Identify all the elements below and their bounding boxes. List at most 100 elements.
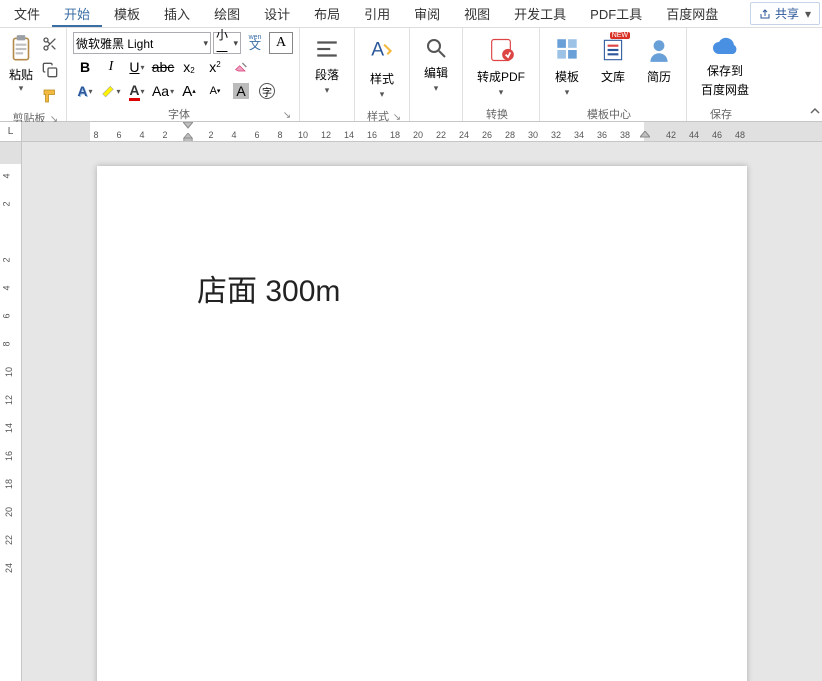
shrink-font-button[interactable]: A▾: [203, 80, 227, 102]
tab-selector[interactable]: L: [0, 122, 22, 142]
menubar: 文件 开始 模板 插入 绘图 设计 布局 引用 审阅 视图 开发工具 PDF工具…: [0, 0, 822, 28]
list-icon: [600, 36, 626, 64]
share-icon: [759, 8, 771, 20]
bold-button[interactable]: B: [73, 56, 97, 78]
right-indent-marker[interactable]: [640, 131, 650, 141]
pdf-icon: [487, 36, 515, 64]
char-shading-button[interactable]: A: [229, 80, 253, 102]
group-font: 微软雅黑 Light ▾ 小一 ▾ wen 文 A B I: [67, 28, 300, 121]
edit-button[interactable]: 编辑 ▾: [416, 32, 456, 98]
template-icon: [554, 36, 580, 64]
group-styles: A 样式 ▾ 样式 ↘: [355, 28, 410, 121]
superscript-button[interactable]: x2: [203, 56, 227, 78]
menu-template[interactable]: 模板: [102, 0, 152, 27]
cut-button[interactable]: [40, 34, 60, 54]
workspace: 4 2 2 4 6 8 10 12 14 16 18 20 22 24 店面 3…: [0, 142, 822, 681]
paste-button[interactable]: 粘贴 ▾: [6, 32, 36, 96]
save-cloud-button[interactable]: 保存到 百度网盘: [693, 32, 757, 102]
chevron-down-icon: ▾: [89, 87, 93, 96]
page[interactable]: 店面 300m: [97, 166, 747, 681]
group-label-save: 保存: [691, 104, 759, 124]
paragraph-button[interactable]: 段落 ▾: [306, 32, 348, 100]
chevron-up-icon: [810, 106, 820, 116]
chevron-down-icon: ▾: [170, 87, 174, 96]
search-icon: [424, 36, 448, 60]
person-icon: [646, 36, 672, 64]
font-name-combo[interactable]: 微软雅黑 Light ▾: [73, 32, 211, 54]
dialog-launcher-icon[interactable]: ↘: [281, 110, 293, 122]
chevron-down-icon: ▾: [380, 89, 385, 100]
text-effects-button[interactable]: A▾: [73, 80, 97, 102]
copy-button[interactable]: [40, 60, 60, 80]
chevron-down-icon: ▾: [116, 87, 120, 96]
first-line-indent-marker[interactable]: [183, 122, 193, 132]
template-button[interactable]: 模板 ▾: [546, 32, 588, 102]
brush-icon: [41, 87, 59, 105]
chevron-down-icon: ▾: [229, 38, 238, 49]
menu-pdftools[interactable]: PDF工具: [578, 0, 654, 27]
share-button[interactable]: 共享 ▾: [750, 2, 820, 25]
menu-design[interactable]: 设计: [252, 0, 302, 27]
svg-text:A: A: [371, 39, 384, 60]
chevron-down-icon: ▾: [565, 87, 570, 98]
grow-font-button[interactable]: A▴: [177, 80, 201, 102]
group-template-center: 模板 ▾ NEW 文库 简历 模板中心: [540, 28, 687, 121]
group-edit: 编辑 ▾: [410, 28, 463, 121]
group-paragraph: 段落 ▾: [300, 28, 355, 121]
clear-formatting-button[interactable]: [229, 56, 253, 78]
scissors-icon: [42, 36, 58, 52]
menu-draw[interactable]: 绘图: [202, 0, 252, 27]
enclose-char-button[interactable]: 字: [255, 80, 279, 102]
menu-review[interactable]: 审阅: [402, 0, 452, 27]
eraser-icon: [233, 59, 249, 75]
styles-icon: A: [369, 36, 395, 66]
group-clipboard: 粘贴 ▾ 剪贴板 ↘: [0, 28, 67, 121]
group-save: 保存到 百度网盘 保存: [687, 28, 763, 121]
subscript-button[interactable]: x2: [177, 56, 201, 78]
chevron-down-icon: ▾: [19, 83, 24, 94]
chevron-down-icon: ▾: [199, 38, 208, 49]
font-color-button[interactable]: A▾: [125, 80, 149, 102]
menu-baidu[interactable]: 百度网盘: [654, 0, 730, 27]
horizontal-ruler[interactable]: 8 6 4 2 2 4 6 8 10 12 14 16 18 20 22 24 …: [22, 122, 822, 142]
menu-devtools[interactable]: 开发工具: [502, 0, 578, 27]
ribbon: 粘贴 ▾ 剪贴板 ↘ 微软雅黑 Light ▾: [0, 28, 822, 122]
copy-icon: [42, 62, 58, 78]
group-convert: 转成PDF ▾ 转换: [463, 28, 540, 121]
menu-home[interactable]: 开始: [52, 0, 102, 27]
convert-pdf-button[interactable]: 转成PDF ▾: [469, 32, 533, 102]
change-case-button[interactable]: Aa▾: [151, 80, 175, 102]
collapse-ribbon-button[interactable]: [810, 106, 820, 119]
char-border-button[interactable]: A: [269, 32, 293, 54]
underline-button[interactable]: U▾: [125, 56, 149, 78]
chevron-down-icon: ▾: [141, 87, 145, 96]
highlight-button[interactable]: ▾: [99, 80, 123, 102]
chevron-down-icon: ▾: [805, 7, 811, 21]
font-size-combo[interactable]: 小一 ▾: [213, 32, 241, 54]
strikethrough-button[interactable]: abc: [151, 56, 175, 78]
menu-insert[interactable]: 插入: [152, 0, 202, 27]
phonetic-guide-button[interactable]: wen 文: [243, 32, 267, 54]
styles-button[interactable]: A 样式 ▾: [361, 32, 403, 104]
hanging-indent-marker[interactable]: [183, 133, 193, 142]
cloud-icon: [711, 36, 739, 58]
highlighter-icon: [101, 84, 115, 98]
document-canvas[interactable]: 店面 300m: [22, 142, 822, 681]
format-painter-button[interactable]: [40, 86, 60, 106]
group-label-convert: 转换: [467, 104, 535, 124]
menu-view[interactable]: 视图: [452, 0, 502, 27]
menu-file[interactable]: 文件: [2, 0, 52, 27]
menu-layout[interactable]: 布局: [302, 0, 352, 27]
chevron-down-icon: ▾: [325, 85, 330, 96]
library-button[interactable]: NEW 文库: [592, 32, 634, 89]
new-badge: NEW: [610, 32, 630, 39]
chevron-down-icon: ▾: [499, 87, 504, 98]
menu-references[interactable]: 引用: [352, 0, 402, 27]
vertical-ruler[interactable]: 4 2 2 4 6 8 10 12 14 16 18 20 22 24: [0, 142, 22, 681]
chevron-down-icon: ▾: [141, 63, 145, 72]
italic-button[interactable]: I: [99, 56, 123, 78]
chevron-down-icon: ▾: [434, 83, 439, 94]
clipboard-icon: [8, 34, 34, 64]
document-text[interactable]: 店面 300m: [197, 266, 340, 310]
resume-button[interactable]: 简历: [638, 32, 680, 89]
